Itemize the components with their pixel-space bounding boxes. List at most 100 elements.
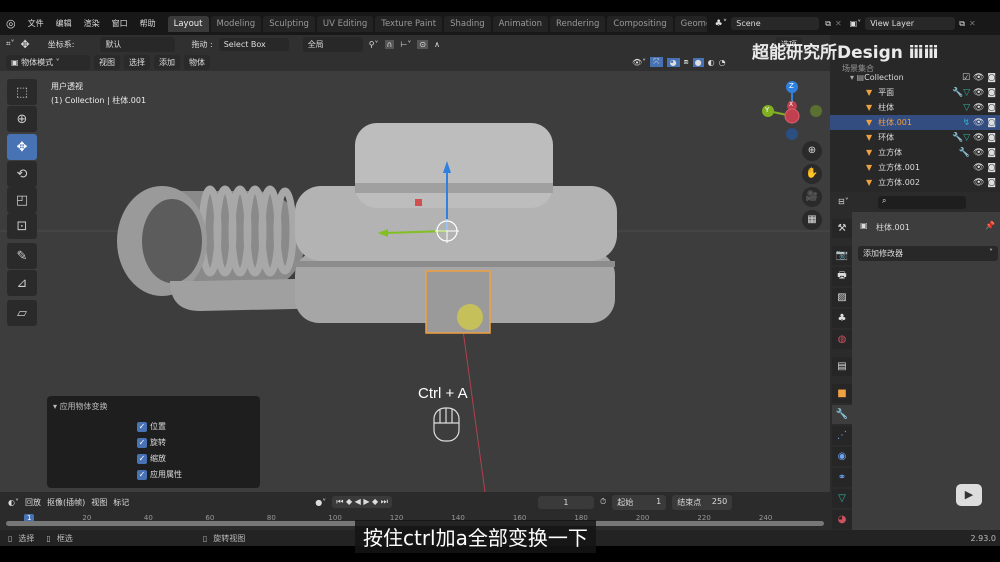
- scene-icon[interactable]: ♣˅: [715, 19, 728, 29]
- tab-uv-editing[interactable]: UV Editing: [316, 15, 374, 32]
- new-view-layer-icon[interactable]: ⧉: [959, 19, 965, 29]
- transform-orientation-icon[interactable]: ⌗˅: [6, 39, 15, 49]
- tool-transform[interactable]: ⊡: [7, 213, 37, 239]
- shading-solid-icon[interactable]: ●: [692, 57, 704, 67]
- menu-marker[interactable]: 标记: [113, 497, 129, 508]
- tool-scale[interactable]: ◰: [7, 187, 37, 213]
- outliner-item[interactable]: ▼ 柱体 ▽ 👁 ◙: [830, 100, 1000, 115]
- tool-select-box[interactable]: ⬚: [7, 79, 37, 105]
- playback-controls[interactable]: ⏮ ◆ ◀ ▶ ◆ ⏭: [332, 496, 392, 508]
- tab-geometry[interactable]: Geome: [674, 15, 707, 32]
- snap-icon[interactable]: ⚲˅: [369, 40, 379, 49]
- menu-view[interactable]: 视图: [94, 54, 120, 70]
- tab-constraints-icon[interactable]: ⚭: [832, 468, 852, 487]
- add-modifier-dropdown[interactable]: 添加修改器 ˅: [858, 246, 998, 261]
- tab-compositing[interactable]: Compositing: [607, 15, 673, 32]
- outliner-collection[interactable]: ▾ ▤ Collection ☑ 👁 ◙: [830, 70, 1000, 85]
- ortho-toggle-icon[interactable]: ▦: [802, 210, 822, 230]
- menu-edit[interactable]: 编辑: [50, 18, 78, 29]
- outliner-item-selected[interactable]: ▼ 柱体.001 ↯ 👁 ◙: [830, 115, 1000, 130]
- checkbox-icon[interactable]: ✓: [137, 422, 147, 432]
- coord-select[interactable]: 默认: [100, 36, 176, 52]
- visibility-icons[interactable]: 🔧▽ 👁 ◙: [952, 88, 996, 98]
- stopwatch-icon[interactable]: ⏱: [600, 497, 606, 507]
- tab-tool-icon[interactable]: ⚒: [832, 219, 852, 238]
- shading-rendered-icon[interactable]: ◔: [719, 58, 726, 67]
- end-frame-field[interactable]: 结束点 250: [672, 494, 733, 510]
- option-rotation[interactable]: ✓ 旋转: [137, 437, 166, 448]
- tab-render-icon[interactable]: 📷: [832, 246, 852, 265]
- gizmo-toggle-icon[interactable]: ⤧: [650, 57, 663, 67]
- scene-field[interactable]: Scene: [731, 17, 820, 30]
- tab-physics-icon[interactable]: ◉: [832, 447, 852, 466]
- property-search-input[interactable]: ⌕: [878, 196, 966, 209]
- menu-file[interactable]: 文件: [22, 18, 50, 29]
- outliner-item[interactable]: ▼ 立方体.001 👁 ◙: [830, 160, 1000, 175]
- tab-data-icon[interactable]: ▽: [832, 489, 852, 508]
- visibility-icon[interactable]: 👁˅: [632, 58, 646, 67]
- snap-magnet-icon[interactable]: ∩: [384, 39, 395, 49]
- proportional-edit-icon[interactable]: ⊙: [417, 39, 429, 49]
- visibility-icons[interactable]: ↯ 👁 ◙: [963, 118, 996, 128]
- camera-view-icon[interactable]: 🎥: [802, 187, 822, 207]
- option-properties[interactable]: ✓ 应用属性: [137, 469, 182, 480]
- current-frame-field[interactable]: 1: [537, 495, 594, 509]
- tab-scene-icon[interactable]: ♣: [832, 309, 852, 328]
- shading-material-icon[interactable]: ◐: [708, 58, 715, 67]
- panel-title[interactable]: ▾ 应用物体变换: [53, 401, 108, 412]
- start-frame-field[interactable]: 起始 1: [612, 494, 667, 510]
- tab-texture-paint[interactable]: Texture Paint: [375, 15, 443, 32]
- pivot-select[interactable]: 全局: [302, 36, 363, 52]
- overlay-toggle-icon[interactable]: ◕: [666, 57, 680, 67]
- tab-shading[interactable]: Shading: [444, 15, 491, 32]
- 3d-viewport[interactable]: Z Y X 用户透视 (1) Collection | 柱体.001 ⬚ ⊕ ✥…: [0, 71, 830, 492]
- outliner-item[interactable]: ▼ 立方体 🔧 👁 ◙: [830, 145, 1000, 160]
- pan-view-icon[interactable]: ✋: [802, 164, 822, 184]
- move-icon[interactable]: ✥: [21, 38, 30, 51]
- editor-type-icon[interactable]: ⊟˅: [838, 197, 849, 206]
- record-button[interactable]: ●˅: [315, 498, 326, 507]
- tool-move[interactable]: ✥: [7, 134, 37, 160]
- zoom-view-icon[interactable]: ⊕: [802, 141, 822, 161]
- drag-select[interactable]: Select Box: [218, 37, 289, 51]
- new-scene-icon[interactable]: ⧉: [825, 19, 831, 29]
- outliner-item[interactable]: ▼ 环体 🔧▽ 👁 ◙: [830, 130, 1000, 145]
- blender-logo-icon[interactable]: ◎: [0, 17, 22, 30]
- tool-rotate[interactable]: ⟲: [7, 161, 37, 187]
- checkbox-icon[interactable]: ✓: [137, 438, 147, 448]
- visibility-icons[interactable]: ▽ 👁 ◙: [963, 103, 996, 113]
- menu-render[interactable]: 渲染: [78, 18, 106, 29]
- tab-sculpting[interactable]: Sculpting: [263, 15, 315, 32]
- menu-select[interactable]: 选择: [124, 54, 150, 70]
- tab-collection-icon[interactable]: ▤: [832, 357, 852, 376]
- menu-window[interactable]: 窗口: [106, 18, 134, 29]
- menu-help[interactable]: 帮助: [134, 18, 162, 29]
- tab-material-icon[interactable]: ◕: [832, 510, 852, 529]
- tab-rendering[interactable]: Rendering: [549, 15, 606, 32]
- visibility-icons[interactable]: 🔧 👁 ◙: [959, 148, 996, 158]
- tool-measure[interactable]: ⊿: [7, 270, 37, 296]
- pin-icon[interactable]: 📌: [985, 221, 995, 230]
- tab-layout[interactable]: Layout: [167, 15, 209, 32]
- mode-select[interactable]: ▣ 物体模式 ˅: [6, 54, 90, 70]
- close-view-layer-icon[interactable]: ✕: [969, 19, 976, 28]
- checkbox-icon[interactable]: ✓: [137, 470, 147, 480]
- tool-add-cube[interactable]: ▱: [7, 300, 37, 326]
- option-scale[interactable]: ✓ 缩放: [137, 453, 166, 464]
- menu-object[interactable]: 物体: [184, 54, 210, 70]
- view-layer-icon[interactable]: ▣˅: [850, 19, 862, 28]
- outliner-item[interactable]: ▼ 立方体.002 👁 ◙: [830, 175, 1000, 190]
- close-scene-icon[interactable]: ✕: [835, 19, 842, 28]
- tab-world-icon[interactable]: ◍: [832, 330, 852, 349]
- tab-modeling[interactable]: Modeling: [210, 15, 262, 32]
- xray-icon[interactable]: ⧈: [684, 57, 689, 67]
- menu-playback[interactable]: 回放: [25, 497, 41, 508]
- collection-visibility-icons[interactable]: ☑ 👁 ◙: [962, 73, 996, 83]
- menu-keying[interactable]: 抠像(插帧): [47, 497, 85, 508]
- snap-target-icon[interactable]: ⊢˅: [400, 40, 411, 49]
- checkbox-icon[interactable]: ✓: [137, 454, 147, 464]
- tab-object-icon[interactable]: ■: [832, 384, 852, 403]
- visibility-icons[interactable]: 👁 ◙: [973, 163, 996, 173]
- option-location[interactable]: ✓ 位置: [137, 421, 166, 432]
- tab-particles-icon[interactable]: ⋰: [832, 426, 852, 445]
